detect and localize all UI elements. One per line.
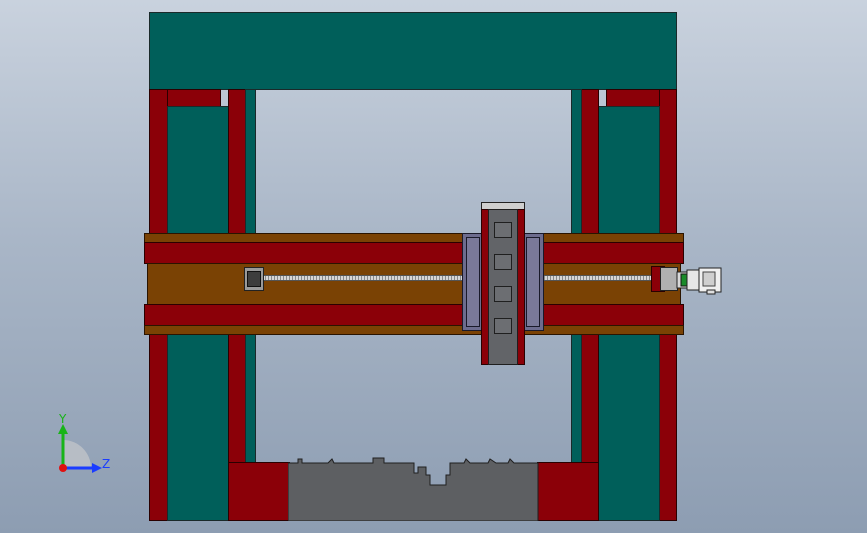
ram-window bbox=[494, 318, 512, 334]
motor[interactable] bbox=[675, 264, 725, 296]
ram-window bbox=[494, 254, 512, 270]
right-base-block[interactable] bbox=[537, 462, 599, 521]
model-viewport[interactable] bbox=[0, 0, 867, 533]
carriage-right-plate-inner bbox=[526, 237, 540, 327]
horizontal-beam-channel[interactable] bbox=[147, 263, 681, 305]
coordinate-triad: Y Z bbox=[46, 410, 116, 480]
horizontal-beam-upper-liner bbox=[144, 242, 684, 264]
base-die[interactable] bbox=[288, 455, 539, 521]
ram-window bbox=[494, 222, 512, 238]
y-axis-label: Y bbox=[59, 412, 67, 426]
top-crossbeam[interactable] bbox=[149, 12, 677, 90]
horizontal-beam-bottom-flange[interactable] bbox=[144, 325, 684, 335]
horizontal-beam-lower-liner bbox=[144, 304, 684, 326]
ram-window bbox=[494, 286, 512, 302]
left-base-block[interactable] bbox=[228, 462, 290, 521]
left-bearing-housing bbox=[247, 271, 261, 287]
carriage-left-plate-inner bbox=[466, 237, 480, 327]
z-axis-label: Z bbox=[102, 457, 111, 471]
